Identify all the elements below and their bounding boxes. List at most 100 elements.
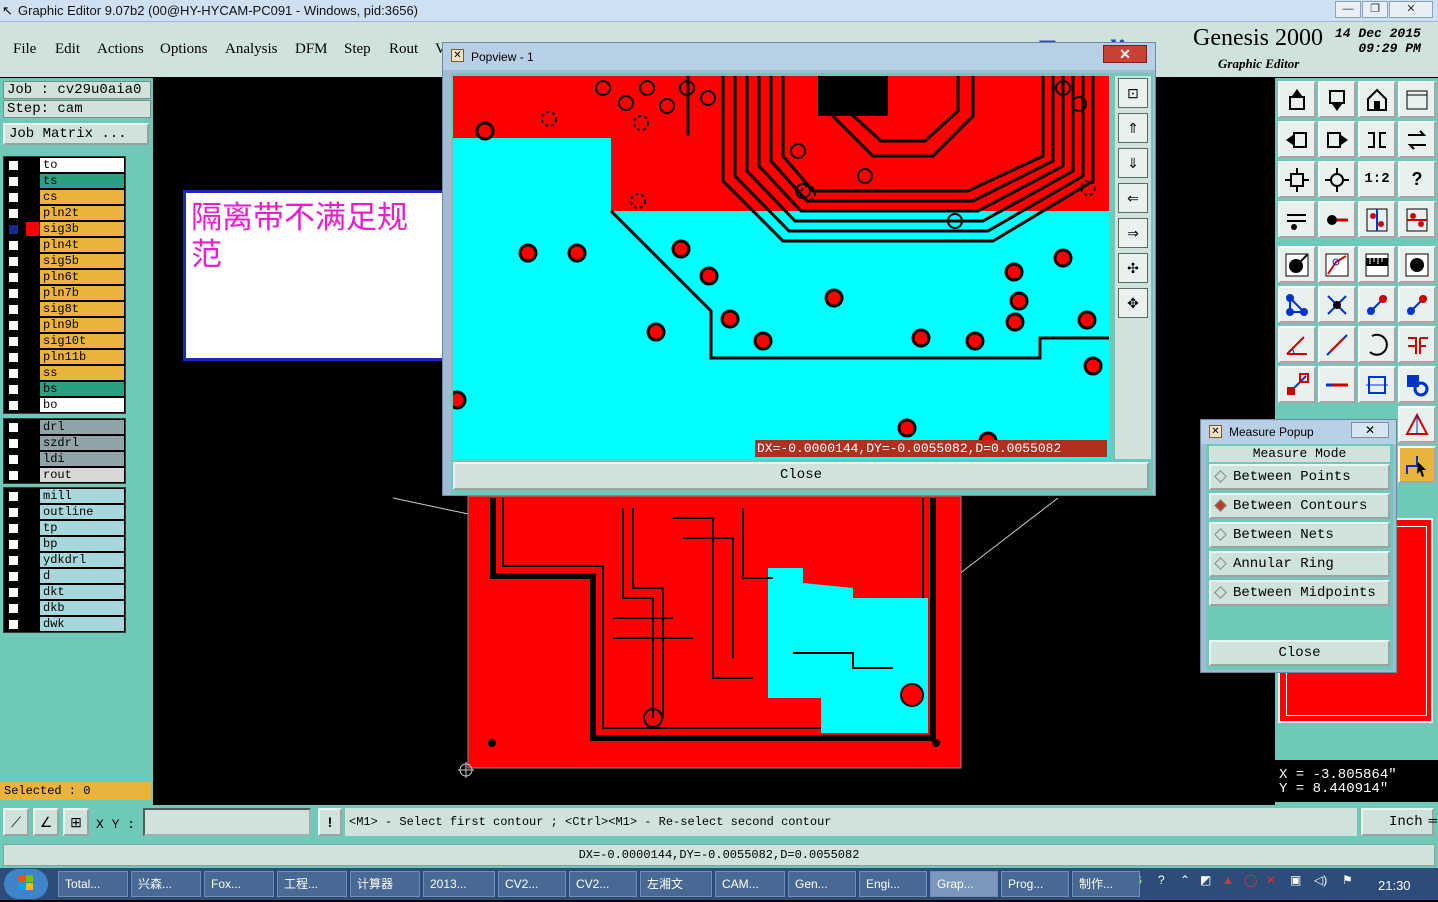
mirror-icon[interactable]	[1358, 121, 1396, 158]
layer-name[interactable]: bo	[40, 398, 124, 412]
layer-name[interactable]: pln9b	[40, 318, 124, 332]
taskbar-item[interactable]: Prog...	[1001, 871, 1069, 897]
taskbar-item[interactable]: Total...	[58, 871, 128, 897]
layer-row-bo[interactable]: bo	[4, 397, 125, 413]
taskbar-item[interactable]: 2013...	[423, 871, 495, 897]
center-icon[interactable]	[1318, 161, 1356, 198]
layer-row-drl[interactable]: drl	[4, 419, 125, 435]
layer-name[interactable]: dkt	[40, 585, 124, 599]
swap-icon[interactable]	[1398, 121, 1436, 158]
mode-annular-ring[interactable]: Annular Ring	[1209, 551, 1390, 577]
layer-checkbox[interactable]	[8, 587, 19, 598]
pan-right-icon[interactable]: ⇒	[1118, 218, 1148, 248]
triangle-icon[interactable]	[1398, 406, 1436, 443]
layer-name[interactable]: ss	[40, 366, 124, 380]
layer-checkbox[interactable]	[8, 454, 19, 465]
layer-name[interactable]: sig8t	[40, 302, 124, 316]
taskbar-item[interactable]: 工程...	[277, 871, 347, 897]
layer-checkbox[interactable]	[8, 619, 19, 630]
layer-name[interactable]: cs	[40, 190, 124, 204]
layer-row-outline[interactable]: outline	[4, 504, 125, 520]
layer-checkbox[interactable]	[8, 336, 19, 347]
volume-icon[interactable]: ◁)	[1314, 873, 1327, 887]
help-tray-icon[interactable]: ?	[1158, 873, 1165, 887]
layer-row-cs[interactable]: cs	[4, 189, 125, 205]
group-icon[interactable]	[1398, 366, 1436, 403]
layer-checkbox[interactable]	[8, 400, 19, 411]
layer-name[interactable]: drl	[40, 420, 124, 434]
layer-checkbox[interactable]	[8, 272, 19, 283]
ruler-icon[interactable]	[1358, 246, 1396, 283]
pad-icon[interactable]	[1278, 246, 1316, 283]
menu-step[interactable]: Step	[344, 41, 371, 58]
taskbar-item[interactable]: Grap...	[930, 871, 998, 897]
window-icon[interactable]	[1398, 81, 1436, 118]
layer-checkbox[interactable]	[8, 470, 19, 481]
layer-checkbox[interactable]	[8, 438, 19, 449]
menu-rout[interactable]: Rout	[389, 41, 418, 58]
align-icon[interactable]	[1398, 326, 1436, 363]
slope-icon[interactable]	[1318, 326, 1356, 363]
layer-row-to[interactable]: to	[4, 157, 125, 173]
warning-button[interactable]: !	[318, 808, 342, 836]
layer-row-d[interactable]: d	[4, 568, 125, 584]
popview-zoom-view[interactable]: DX=-0.0000144,DY=-0.0055082,D=0.0055082	[453, 76, 1109, 459]
menu-analysis[interactable]: Analysis	[225, 41, 278, 58]
layer-row-pln4t[interactable]: pln4t	[4, 237, 125, 253]
menu-edit[interactable]: Edit	[55, 41, 80, 58]
layer-name[interactable]: outline	[40, 505, 124, 519]
layer-checkbox[interactable]	[8, 523, 19, 534]
move-left-icon[interactable]	[1278, 121, 1316, 158]
taskbar-item[interactable]: CAM...	[715, 871, 785, 897]
layer-name[interactable]: d	[40, 569, 124, 583]
layer-row-ts[interactable]: ts	[4, 173, 125, 189]
menu-dfm[interactable]: DFM	[295, 41, 328, 58]
layer-name[interactable]: ydkdrl	[40, 553, 124, 567]
layer-row-dkt[interactable]: dkt	[4, 584, 125, 600]
drill-icon[interactable]	[1278, 201, 1316, 238]
layer-row-sig3b[interactable]: sig3b	[4, 221, 125, 237]
layer-row-pln7b[interactable]: pln7b	[4, 285, 125, 301]
net-icon[interactable]	[1278, 286, 1316, 323]
layer-checkbox[interactable]	[8, 368, 19, 379]
maximize-button[interactable]: ❐	[1362, 1, 1388, 18]
network-icon[interactable]: ▣	[1290, 873, 1301, 887]
grid-icon[interactable]: ⊞	[63, 808, 89, 836]
layer-compare-icon[interactable]	[1358, 201, 1396, 238]
taskbar-item[interactable]: Fox...	[204, 871, 274, 897]
layer-name[interactable]: ts	[40, 174, 124, 188]
layer-row-bs[interactable]: bs	[4, 381, 125, 397]
layer-name[interactable]: dkb	[40, 601, 124, 615]
pan-down-icon[interactable]: ⇓	[1118, 148, 1148, 178]
layer-name[interactable]: pln6t	[40, 270, 124, 284]
snap-mode-icon[interactable]: ⟋	[3, 808, 29, 836]
layer-name[interactable]: sig3b	[40, 222, 124, 236]
layer-name[interactable]: sig5b	[40, 254, 124, 268]
move-down-icon[interactable]	[1318, 81, 1356, 118]
layer-checkbox[interactable]	[8, 176, 19, 187]
layer-row-pln2t[interactable]: pln2t	[4, 205, 125, 221]
x-tray-icon[interactable]: ✕	[1266, 873, 1276, 887]
layer-checkbox[interactable]	[8, 256, 19, 267]
layer-row-bp[interactable]: bp	[4, 536, 125, 552]
layer-row-pln6t[interactable]: pln6t	[4, 269, 125, 285]
layer-name[interactable]: pln7b	[40, 286, 124, 300]
start-button[interactable]	[4, 869, 48, 899]
layer-checkbox[interactable]	[8, 160, 19, 171]
connect-alt-icon[interactable]	[1398, 286, 1436, 323]
layer-name[interactable]: tp	[40, 521, 124, 535]
red-tray-icon[interactable]: ▲	[1222, 873, 1234, 887]
taskbar-item[interactable]: 计算器	[350, 871, 420, 897]
layer-name[interactable]: bp	[40, 537, 124, 551]
popview-close-x-button[interactable]: ✕	[1103, 45, 1147, 63]
pan-up-icon[interactable]: ⇑	[1118, 113, 1148, 143]
zoom-out-icon[interactable]: ✥	[1118, 288, 1148, 318]
close-window-button[interactable]: ✕	[1389, 1, 1433, 18]
flag-icon[interactable]: ⚑	[1342, 873, 1353, 887]
dimension-icon[interactable]	[1358, 366, 1396, 403]
layer-checkbox[interactable]	[8, 491, 19, 502]
layer-checkbox[interactable]	[8, 352, 19, 363]
layer-checkbox[interactable]	[8, 288, 19, 299]
taskbar-item[interactable]: 制作...	[1072, 871, 1140, 897]
dot-icon[interactable]	[1398, 246, 1436, 283]
